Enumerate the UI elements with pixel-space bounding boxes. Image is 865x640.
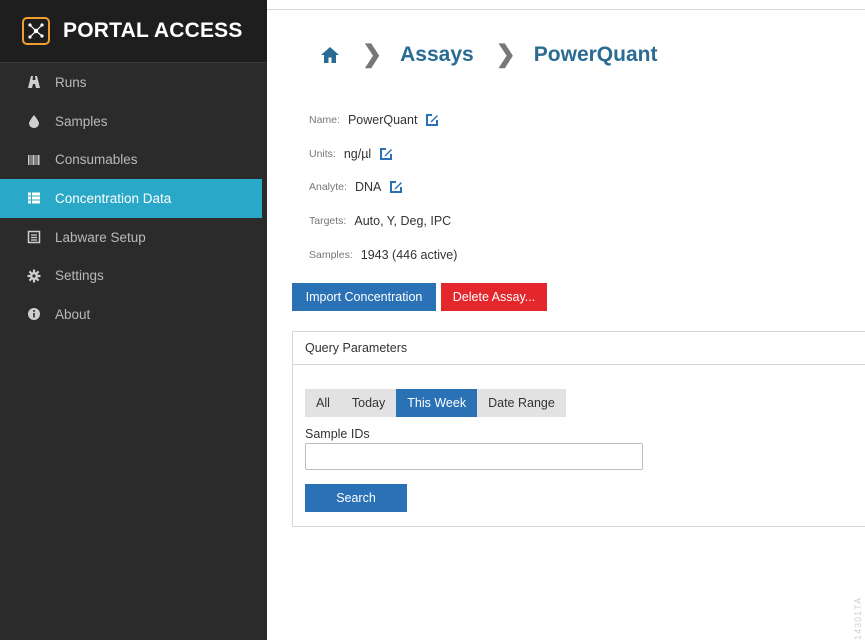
units-row: Units: ng/µl	[309, 137, 457, 171]
brand-title: PORTAL ACCESS	[63, 19, 243, 42]
labware-icon	[27, 230, 41, 244]
chevron-right-icon: ❯	[495, 41, 516, 68]
sidebar-item-label: About	[55, 306, 91, 322]
samples-label: Samples:	[309, 249, 353, 262]
brand-header: PORTAL ACCESS	[0, 0, 267, 63]
name-label: Name:	[309, 113, 340, 126]
targets-row: Targets: Auto, Y, Deg, IPC	[309, 204, 457, 238]
breadcrumb-assays[interactable]: Assays	[400, 43, 474, 67]
range-today-button[interactable]: Today	[341, 389, 396, 417]
assay-actions: Import Concentration Delete Assay...	[292, 283, 547, 311]
list-icon	[27, 191, 41, 205]
sidebar-nav: Runs Samples Consumables Concentration D…	[0, 63, 267, 334]
edit-analyte-icon[interactable]	[389, 180, 403, 194]
barcode-icon	[27, 153, 41, 167]
road-icon	[27, 75, 41, 89]
edit-units-icon[interactable]	[379, 147, 393, 161]
panel-title: Query Parameters	[293, 332, 865, 365]
sample-ids-label: Sample IDs	[305, 427, 370, 441]
range-date-range-button[interactable]: Date Range	[477, 389, 566, 417]
edit-name-icon[interactable]	[425, 113, 439, 127]
divider	[267, 9, 865, 10]
figure-code: 14301TA	[853, 597, 863, 640]
sidebar-item-label: Samples	[55, 113, 108, 129]
app-window: PORTAL ACCESS Runs Samples Consumables C…	[0, 0, 865, 640]
gear-icon	[27, 269, 41, 283]
units-label: Units:	[309, 147, 336, 160]
targets-label: Targets:	[309, 215, 347, 228]
sidebar-item-concentration-data[interactable]: Concentration Data	[0, 179, 262, 218]
name-row: Name: PowerQuant	[309, 103, 457, 137]
range-this-week-button[interactable]: This Week	[396, 389, 478, 417]
sidebar-item-runs[interactable]: Runs	[0, 63, 267, 102]
sidebar-item-about[interactable]: About	[0, 295, 267, 334]
main-content: ❯ Assays ❯ PowerQuant Name: PowerQuant U…	[267, 0, 865, 640]
home-icon[interactable]	[320, 45, 340, 65]
query-parameters-panel: Query Parameters All Today This Week Dat…	[292, 331, 865, 527]
sidebar-item-settings[interactable]: Settings	[0, 256, 267, 295]
sidebar: PORTAL ACCESS Runs Samples Consumables C…	[0, 0, 267, 640]
breadcrumb-powerquant[interactable]: PowerQuant	[534, 43, 658, 67]
info-icon	[27, 307, 41, 321]
sample-ids-input[interactable]	[305, 443, 643, 470]
breadcrumb: ❯ Assays ❯ PowerQuant	[320, 40, 679, 70]
range-all-button[interactable]: All	[305, 389, 341, 417]
samples-value: 1943 (446 active)	[360, 248, 458, 263]
analyte-row: Analyte: DNA	[309, 171, 457, 205]
analyte-value: DNA	[354, 180, 382, 195]
sidebar-item-consumables[interactable]: Consumables	[0, 140, 267, 179]
sidebar-item-label: Consumables	[55, 152, 138, 168]
targets-value: Auto, Y, Deg, IPC	[354, 214, 452, 229]
assay-details: Name: PowerQuant Units: ng/µl Analyte: D…	[309, 103, 457, 272]
sidebar-item-samples[interactable]: Samples	[0, 102, 267, 141]
sidebar-item-label: Concentration Data	[55, 190, 172, 206]
samples-row: Samples: 1943 (446 active)	[309, 238, 457, 272]
import-concentration-button[interactable]: Import Concentration	[292, 283, 436, 311]
sidebar-item-labware-setup[interactable]: Labware Setup	[0, 218, 267, 257]
droplet-icon	[27, 114, 41, 129]
delete-assay-button[interactable]: Delete Assay...	[441, 283, 547, 311]
name-value: PowerQuant	[347, 112, 418, 127]
chevron-right-icon: ❯	[362, 41, 383, 68]
sidebar-item-label: Settings	[55, 268, 104, 284]
date-range-selector: All Today This Week Date Range	[305, 389, 566, 417]
units-value: ng/µl	[343, 146, 372, 161]
sidebar-item-label: Runs	[55, 74, 87, 90]
search-button[interactable]: Search	[305, 484, 407, 512]
sidebar-item-label: Labware Setup	[55, 229, 146, 245]
portal-logo-icon	[22, 17, 50, 45]
analyte-label: Analyte:	[309, 181, 347, 194]
